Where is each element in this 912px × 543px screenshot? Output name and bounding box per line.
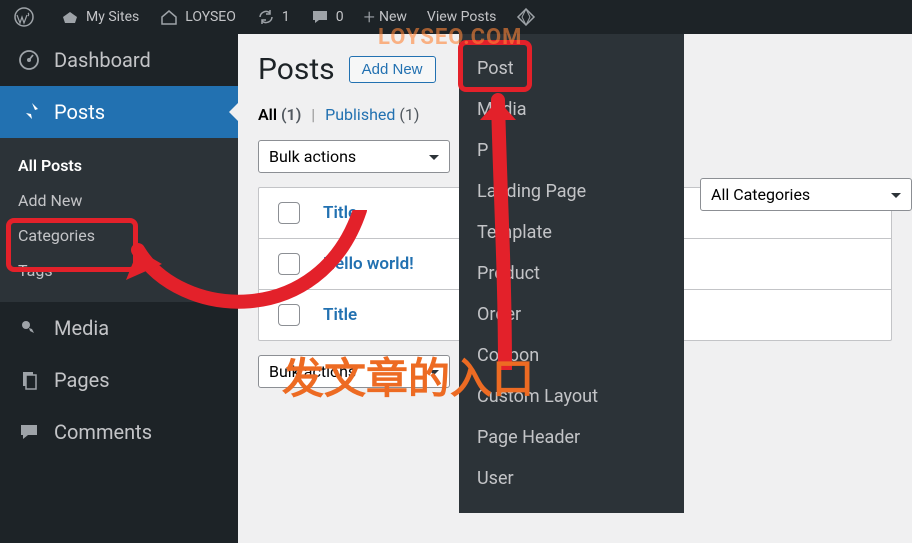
sidebar-sub-add-new[interactable]: Add New	[0, 183, 238, 218]
update-icon	[256, 7, 276, 27]
comment-icon	[310, 7, 330, 27]
new-coupon[interactable]: Coupon	[459, 335, 684, 376]
pushpin-icon	[18, 101, 44, 123]
wordpress-icon	[14, 7, 34, 27]
new-product[interactable]: Product	[459, 253, 684, 294]
sidebar-item-label: Dashboard	[54, 48, 151, 72]
new-landing-page[interactable]: Landing Page	[459, 171, 684, 212]
sidebar-sub-all-posts[interactable]: All Posts	[0, 148, 238, 183]
home-icon	[159, 7, 179, 27]
sidebar-item-pages[interactable]: Pages	[0, 354, 238, 406]
extra-diamond[interactable]	[506, 0, 552, 34]
select-value: Bulk actions	[269, 362, 356, 381]
plus-icon: +	[364, 5, 375, 29]
bulk-actions-select-bottom[interactable]: Bulk actions	[258, 355, 450, 388]
sidebar-item-comments[interactable]: Comments	[0, 406, 238, 458]
updates[interactable]: 1	[246, 0, 300, 34]
my-sites[interactable]: My Sites	[50, 0, 149, 34]
updates-count: 1	[282, 9, 290, 25]
sidebar-item-dashboard[interactable]: Dashboard	[0, 34, 238, 86]
sidebar-item-label: Media	[54, 316, 109, 340]
view-posts-label: View Posts	[427, 9, 497, 25]
sidebar-sub-categories[interactable]: Categories	[0, 218, 238, 253]
multisite-icon	[60, 7, 80, 27]
filter-published[interactable]: Published (1)	[325, 105, 419, 124]
media-icon	[18, 317, 44, 339]
new-page[interactable]: P	[459, 130, 684, 171]
select-value: Bulk actions	[269, 147, 356, 166]
sidebar-posts-submenu: All Posts Add New Categories Tags	[0, 138, 238, 302]
select-all-checkbox-bottom[interactable]	[278, 304, 300, 326]
new-label: New	[379, 9, 407, 25]
admin-topbar: My Sites LOYSEO 1 0 + New View Posts	[0, 0, 912, 34]
new-page-header[interactable]: Page Header	[459, 417, 684, 458]
new-media[interactable]: Media	[459, 89, 684, 130]
pages-icon	[18, 369, 44, 391]
filter-all[interactable]: All (1)	[258, 105, 301, 124]
categories-filter-select[interactable]: All Categories	[700, 178, 912, 211]
dashboard-icon	[18, 49, 44, 71]
site-name[interactable]: LOYSEO	[149, 0, 246, 34]
select-value: All Categories	[711, 185, 810, 204]
new-content[interactable]: + New	[354, 0, 417, 34]
comment-icon	[18, 421, 44, 443]
site-name-label: LOYSEO	[185, 9, 236, 25]
new-order[interactable]: Order	[459, 294, 684, 335]
view-posts[interactable]: View Posts	[417, 0, 507, 34]
new-user[interactable]: User	[459, 458, 684, 499]
sidebar-item-label: Comments	[54, 420, 152, 444]
comments-notice[interactable]: 0	[300, 0, 354, 34]
sidebar-item-posts[interactable]: Posts	[0, 86, 238, 138]
comments-count: 0	[336, 9, 344, 25]
wp-logo[interactable]	[4, 0, 50, 34]
new-custom-layout[interactable]: Custom Layout	[459, 376, 684, 417]
bulk-actions-select[interactable]: Bulk actions	[258, 140, 450, 173]
sidebar-sub-tags[interactable]: Tags	[0, 253, 238, 288]
new-post[interactable]: Post	[459, 48, 684, 89]
sidebar-item-label: Pages	[54, 368, 110, 392]
row-checkbox[interactable]	[278, 253, 300, 275]
diamond-icon	[516, 7, 536, 27]
page-title: Posts	[258, 52, 335, 87]
sidebar-item-label: Posts	[54, 100, 105, 124]
new-template[interactable]: Template	[459, 212, 684, 253]
select-all-checkbox[interactable]	[278, 202, 300, 224]
admin-sidebar: Dashboard Posts All Posts Add New Catego…	[0, 34, 238, 543]
my-sites-label: My Sites	[86, 9, 139, 25]
add-new-button[interactable]: Add New	[349, 56, 436, 83]
new-content-dropdown: Post Media P Landing Page Template Produ…	[459, 34, 684, 513]
sidebar-item-media[interactable]: Media	[0, 302, 238, 354]
